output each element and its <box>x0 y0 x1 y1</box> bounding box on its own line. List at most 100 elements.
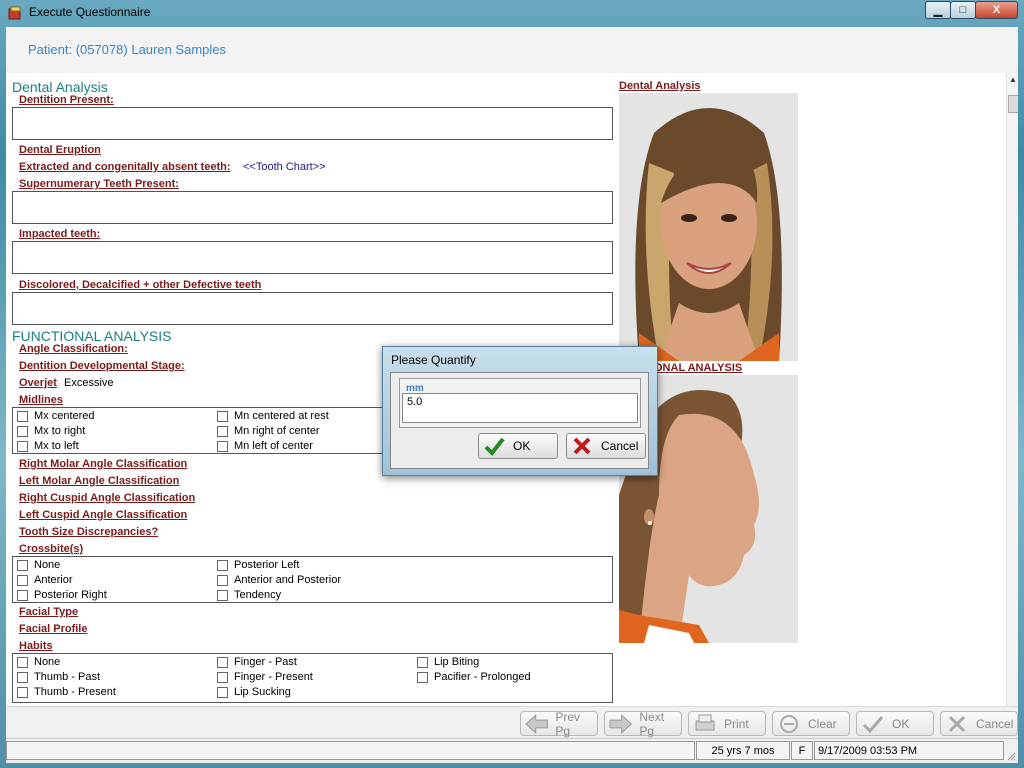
dialog-ok-button[interactable]: OK <box>478 433 558 459</box>
scroll-up-icon[interactable]: ▲ <box>1009 75 1017 84</box>
checkbox-box[interactable] <box>217 589 228 601</box>
checkbox-box[interactable] <box>17 589 28 601</box>
checkbox-pacifier[interactable]: Pacifier - Prolonged <box>417 671 531 683</box>
checkbox-thumb-past[interactable]: Thumb - Past <box>17 671 100 683</box>
maximize-button[interactable]: □ <box>950 1 976 19</box>
checkbox-box[interactable] <box>417 671 428 683</box>
clear-label: Clear <box>808 716 837 731</box>
crossbites-group: None Anterior Posterior Right Posterior … <box>12 556 613 603</box>
checkbox-box[interactable] <box>217 671 228 683</box>
checkbox-label: Posterior Left <box>234 559 300 571</box>
checkbox-mn-right[interactable]: Mn right of center <box>217 425 320 437</box>
right-molar-label[interactable]: Right Molar Angle Classification <box>19 458 187 470</box>
x-icon <box>948 715 966 732</box>
checkbox-box[interactable] <box>17 425 28 437</box>
checkbox-box[interactable] <box>17 559 28 571</box>
checkbox-finger-present[interactable]: Finger - Present <box>217 671 313 683</box>
quantify-dialog: Please Quantify mm 5.0 OK Cancel <box>382 346 658 476</box>
checkbox-box[interactable] <box>217 656 228 668</box>
dentition-present-label[interactable]: Dentition Present: <box>19 94 114 106</box>
facial-type-label[interactable]: Facial Type <box>19 606 78 618</box>
dialog-cancel-button[interactable]: Cancel <box>566 433 646 459</box>
tooth-size-label[interactable]: Tooth Size Discrepancies? <box>19 526 158 538</box>
facial-profile-label[interactable]: Facial Profile <box>19 623 87 635</box>
checkbox-label: Pacifier - Prolonged <box>434 671 531 683</box>
checkbox-box[interactable] <box>217 686 228 698</box>
minimize-button[interactable]: ▁ <box>925 1 951 19</box>
checkbox-mx-to-left[interactable]: Mx to left <box>17 440 79 452</box>
dialog-body: mm 5.0 OK Cancel <box>390 372 649 469</box>
dental-eruption-label[interactable]: Dental Eruption <box>19 144 101 156</box>
photo-heading-dental: Dental Analysis <box>619 80 701 92</box>
patient-label: Patient: (057078) Lauren Samples <box>28 42 227 57</box>
checkbox-lip-biting[interactable]: Lip Biting <box>417 656 479 668</box>
checkbox-box[interactable] <box>217 425 228 437</box>
checkbox-box[interactable] <box>17 574 28 586</box>
quantity-group: mm 5.0 <box>399 378 641 428</box>
angle-classification-label[interactable]: Angle Classification: <box>19 343 128 355</box>
checkbox-box[interactable] <box>217 410 228 422</box>
prev-page-button[interactable]: Prev Pg <box>520 710 598 738</box>
checkbox-crossbite-none[interactable]: None <box>17 559 60 571</box>
checkbox-crossbite-posterior-right[interactable]: Posterior Right <box>17 589 107 601</box>
dentition-stage-label[interactable]: Dentition Developmental Stage: <box>19 360 185 372</box>
checkbox-box[interactable] <box>17 410 28 422</box>
checkbox-mn-left[interactable]: Mn left of center <box>217 440 313 452</box>
ok-button[interactable]: OK <box>856 711 934 736</box>
impacted-teeth-field[interactable] <box>12 241 613 274</box>
checkbox-label: Mx centered <box>34 410 95 422</box>
checkbox-box[interactable] <box>217 559 228 571</box>
resize-grip-icon[interactable] <box>1006 751 1016 761</box>
checkbox-box[interactable] <box>217 440 228 452</box>
checkbox-lip-sucking[interactable]: Lip Sucking <box>217 686 291 698</box>
dialog-ok-label: OK <box>513 439 531 453</box>
cancel-button[interactable]: Cancel <box>940 711 1018 736</box>
discolored-label[interactable]: Discolored, Decalcified + other Defectiv… <box>19 279 261 291</box>
checkbox-box[interactable] <box>17 686 28 698</box>
checkbox-label: Thumb - Past <box>34 671 101 683</box>
crossbites-label[interactable]: Crossbite(s) <box>19 543 83 555</box>
discolored-field[interactable] <box>12 292 613 325</box>
clear-button[interactable]: Clear <box>772 711 850 736</box>
checkbox-crossbite-anterior[interactable]: Anterior <box>17 574 73 586</box>
checkbox-mx-centered[interactable]: Mx centered <box>17 410 95 422</box>
overjet-label[interactable]: Overjet <box>19 377 57 389</box>
checkbox-box[interactable] <box>17 656 28 668</box>
checkbox-thumb-present[interactable]: Thumb - Present <box>17 686 116 698</box>
dialog-title: Please Quantify <box>391 353 476 367</box>
dialog-cancel-label: Cancel <box>601 439 639 453</box>
quantity-input[interactable]: 5.0 <box>402 393 638 423</box>
checkbox-box[interactable] <box>17 440 28 452</box>
close-window-button[interactable]: X <box>975 1 1018 19</box>
checkbox-box[interactable] <box>217 574 228 586</box>
midlines-label[interactable]: Midlines <box>19 394 63 406</box>
dentition-present-field[interactable] <box>12 107 613 140</box>
extracted-teeth-label[interactable]: Extracted and congenitally absent teeth: <box>19 161 231 173</box>
supernumerary-label[interactable]: Supernumerary Teeth Present: <box>19 178 179 190</box>
next-page-button[interactable]: Next Pg <box>604 710 682 738</box>
title-bar[interactable]: Execute Questionnaire ▁ □ X <box>0 0 1024 26</box>
checkbox-crossbite-tendency[interactable]: Tendency <box>217 589 281 601</box>
checkbox-mn-centered[interactable]: Mn centered at rest <box>217 410 329 422</box>
print-button[interactable]: Print <box>688 711 766 736</box>
right-cuspid-label[interactable]: Right Cuspid Angle Classification <box>19 492 195 504</box>
left-molar-label[interactable]: Left Molar Angle Classification <box>19 475 179 487</box>
tooth-chart-link[interactable]: <<Tooth Chart>> <box>243 161 326 173</box>
checkbox-habit-none[interactable]: None <box>17 656 60 668</box>
habits-label[interactable]: Habits <box>19 640 53 652</box>
checkbox-crossbite-anterior-posterior[interactable]: Anterior and Posterior <box>217 574 341 586</box>
checkbox-mx-to-right[interactable]: Mx to right <box>17 425 85 437</box>
bottom-toolbar: Prev Pg Next Pg Print Clear OK Cancel <box>6 706 1018 739</box>
supernumerary-field[interactable] <box>12 191 613 224</box>
status-age: 25 yrs 7 mos <box>696 741 790 760</box>
checkbox-label: Tendency <box>234 589 282 601</box>
impacted-teeth-label[interactable]: Impacted teeth: <box>19 228 100 240</box>
checkbox-box[interactable] <box>17 671 28 683</box>
scroll-thumb[interactable] <box>1008 95 1018 113</box>
checkbox-crossbite-posterior-left[interactable]: Posterior Left <box>217 559 299 571</box>
window-title: Execute Questionnaire <box>29 5 151 19</box>
vertical-scrollbar[interactable]: ▲ ▼ <box>1006 73 1018 725</box>
checkbox-finger-past[interactable]: Finger - Past <box>217 656 297 668</box>
left-cuspid-label[interactable]: Left Cuspid Angle Classification <box>19 509 187 521</box>
checkbox-box[interactable] <box>417 656 428 668</box>
